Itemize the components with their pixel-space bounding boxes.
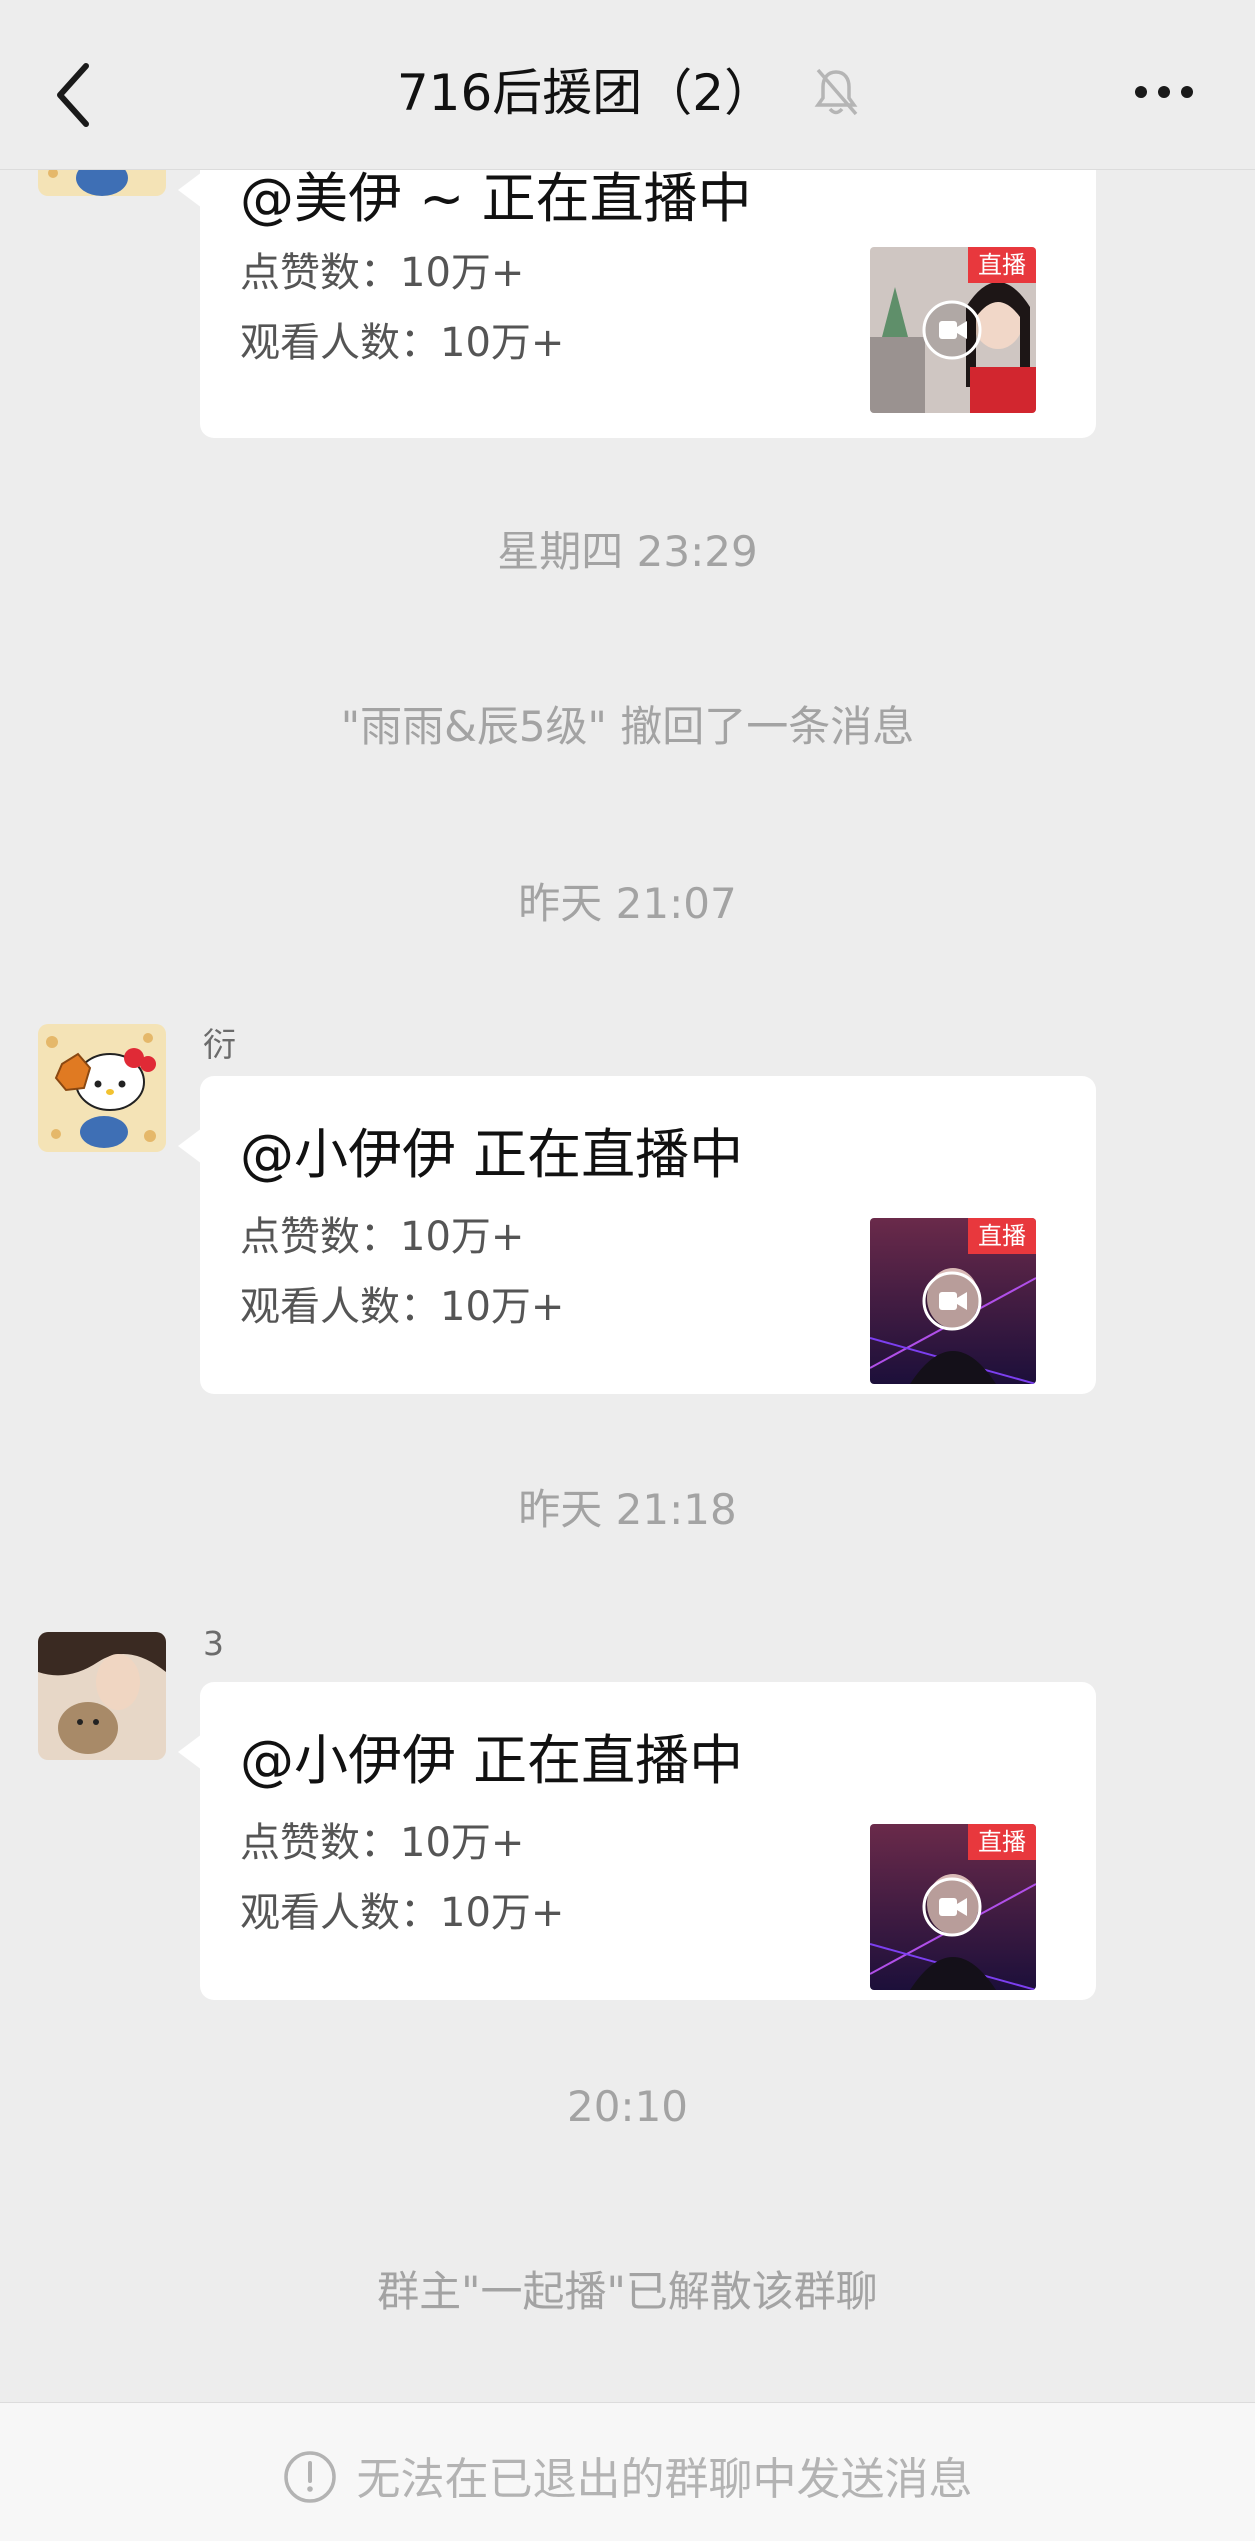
video-camera-icon	[922, 1877, 982, 1937]
viewers-row: 观看人数：10万+	[240, 310, 564, 368]
live-thumbnail[interactable]: 直播	[870, 1824, 1036, 1990]
likes-row: 点赞数：10万+	[240, 240, 524, 298]
video-camera-icon	[922, 1271, 982, 1331]
avatar-hello-kitty[interactable]	[38, 1024, 166, 1152]
chat-header: 716后援团（2）	[0, 0, 1255, 170]
viewers-row: 观看人数：10万+	[240, 1880, 564, 1938]
live-tag: 直播	[968, 247, 1036, 283]
chat-title: 716后援团（2）	[396, 64, 775, 122]
avatar-girl-with-cat[interactable]	[38, 1632, 166, 1760]
viewers-value: 10万+	[440, 1284, 565, 1330]
hello-kitty-avatar-icon	[38, 1024, 166, 1152]
likes-label: 点赞数：	[240, 1820, 400, 1866]
disband-notice: 群主"一起播"已解散该群聊	[377, 2267, 878, 2316]
chat-title-row: 716后援团（2）	[0, 58, 1255, 128]
timestamp: 昨天 21:18	[518, 1485, 737, 1534]
sender-name: 衍	[203, 1025, 236, 1064]
card-title: @小伊伊 正在直播中	[240, 1729, 744, 1792]
likes-value: 10万+	[400, 250, 525, 296]
likes-label: 点赞数：	[240, 1214, 400, 1260]
viewers-row: 观看人数：10万+	[240, 1274, 564, 1332]
bell-off-icon	[814, 68, 858, 116]
viewers-label: 观看人数：	[240, 1890, 440, 1936]
likes-label: 点赞数：	[240, 250, 400, 296]
viewers-label: 观看人数：	[240, 320, 440, 366]
likes-row: 点赞数：10万+	[240, 1204, 524, 1262]
live-tag: 直播	[968, 1218, 1036, 1254]
sender-name: 3	[203, 1624, 224, 1663]
timestamp: 20:10	[566, 2082, 689, 2131]
card-title: @小伊伊 正在直播中	[240, 1123, 744, 1186]
live-share-card-3[interactable]: @小伊伊 正在直播中 点赞数：10万+ 观看人数：10万+ 直播	[178, 1682, 1096, 2000]
likes-value: 10万+	[400, 1214, 525, 1260]
live-tag: 直播	[968, 1824, 1036, 1860]
likes-value: 10万+	[400, 1820, 525, 1866]
more-dots-icon[interactable]	[1133, 82, 1195, 102]
viewers-label: 观看人数：	[240, 1284, 440, 1330]
input-disabled-bar: 无法在已退出的群聊中发送消息	[0, 2402, 1255, 2541]
live-thumbnail[interactable]: 直播	[870, 247, 1036, 413]
timestamp: 星期四 23:29	[497, 527, 758, 576]
likes-row: 点赞数：10万+	[240, 1810, 524, 1868]
exclamation-circle-icon	[283, 2451, 336, 2503]
video-camera-icon	[922, 300, 982, 360]
girl-with-cat-avatar-icon	[38, 1632, 166, 1760]
live-thumbnail[interactable]: 直播	[870, 1218, 1036, 1384]
footer-text: 无法在已退出的群聊中发送消息	[356, 2454, 973, 2505]
recall-notice: "雨雨&辰5级" 撤回了一条消息	[340, 702, 915, 751]
viewers-value: 10万+	[440, 1890, 565, 1936]
timestamp: 昨天 21:07	[518, 879, 737, 928]
viewers-value: 10万+	[440, 320, 565, 366]
live-share-card-2[interactable]: @小伊伊 正在直播中 点赞数：10万+ 观看人数：10万+ 直播	[178, 1076, 1096, 1394]
footer-message-row: 无法在已退出的群聊中发送消息	[0, 2443, 1255, 2507]
